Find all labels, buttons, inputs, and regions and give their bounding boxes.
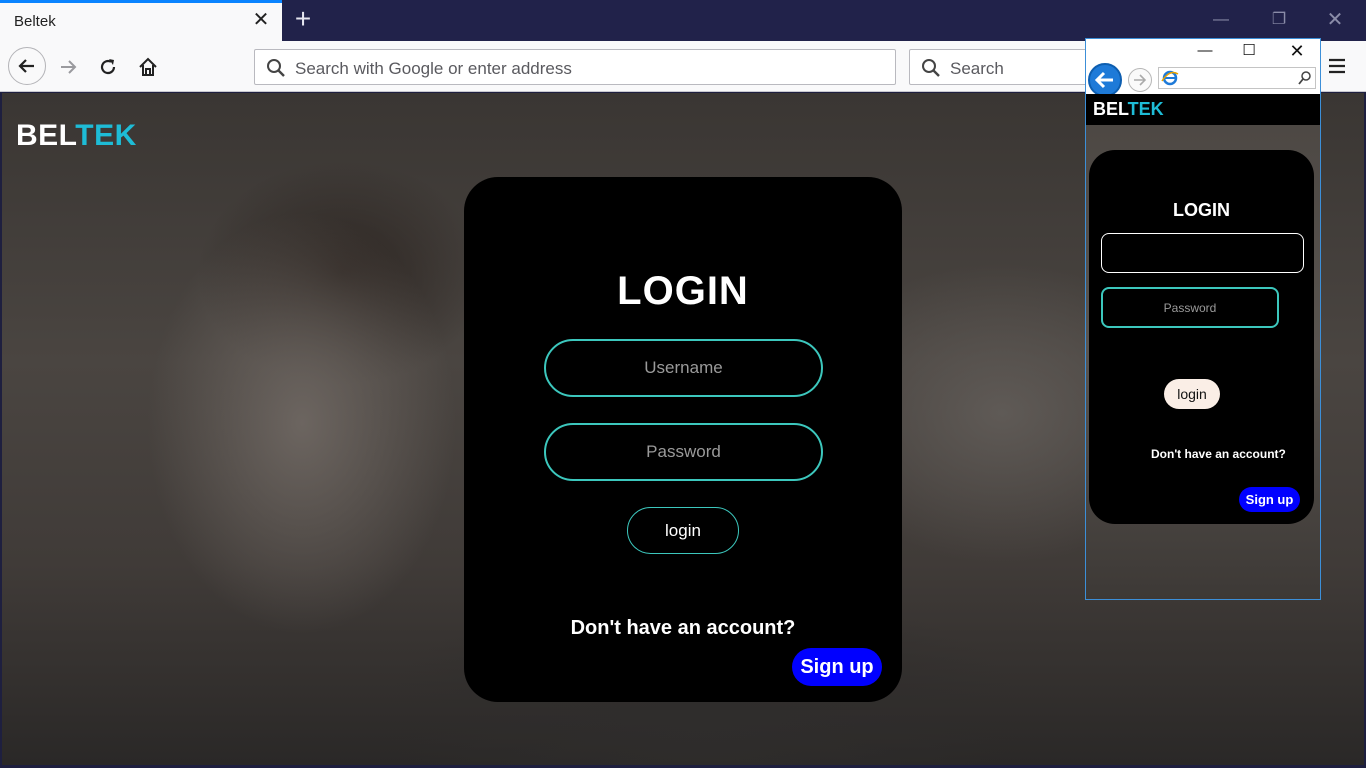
brand-logo[interactable]: BELTEK <box>16 119 137 153</box>
search-placeholder: Search <box>950 59 1004 78</box>
url-bar[interactable]: Search with Google or enter address <box>254 49 896 85</box>
ie-no-account-text: Don't have an account? <box>1151 447 1286 461</box>
ie-signup-button-label: Sign up <box>1245 492 1294 507</box>
ie-window-controls: — ☐ ✕ <box>1086 39 1320 63</box>
ie-username-input[interactable] <box>1101 233 1304 273</box>
forward-arrow-icon <box>61 60 77 74</box>
menu-button[interactable] <box>1326 55 1354 79</box>
reload-button[interactable] <box>90 49 126 85</box>
ie-address-bar[interactable] <box>1158 67 1316 89</box>
back-arrow-icon <box>18 59 34 73</box>
ie-signup-button[interactable]: Sign up <box>1239 487 1300 512</box>
login-title: LOGIN <box>617 269 749 313</box>
search-icon <box>1298 71 1311 85</box>
ie-minimize-icon[interactable]: — <box>1192 41 1218 61</box>
ie-back-button[interactable] <box>1088 63 1122 97</box>
ie-login-card: LOGIN Password login Don't have an accou… <box>1089 150 1314 524</box>
brand-part2: TEK <box>75 119 137 152</box>
ie-brand-part2: TEK <box>1127 99 1164 119</box>
ie-brand-bar: BELTEK <box>1086 94 1320 125</box>
new-tab-icon[interactable]: + <box>290 5 316 33</box>
ie-brand-part1: BEL <box>1093 99 1128 119</box>
hamburger-icon <box>1329 58 1345 74</box>
password-placeholder: Password <box>646 442 721 461</box>
forward-button[interactable] <box>50 49 86 85</box>
window-close-icon[interactable]: ✕ <box>1312 0 1358 41</box>
search-icon <box>267 59 285 77</box>
tab-close-icon[interactable]: ✕ <box>252 10 270 30</box>
login-button-label: login <box>665 520 701 540</box>
password-input[interactable]: Password <box>544 423 823 481</box>
home-button[interactable] <box>130 49 166 85</box>
search-icon <box>922 59 940 77</box>
back-arrow-icon <box>1094 71 1113 89</box>
ie-page: BELTEK LOGIN Password login Don't have a… <box>1086 94 1320 599</box>
back-button[interactable] <box>8 47 46 85</box>
username-input[interactable]: Username <box>544 339 823 397</box>
ie-login-button-label: login <box>1177 386 1207 402</box>
ie-close-icon[interactable]: ✕ <box>1284 41 1310 61</box>
ie-login-button[interactable]: login <box>1164 379 1220 409</box>
ie-brand-logo[interactable]: BELTEK <box>1093 99 1164 120</box>
ie-forward-button[interactable] <box>1128 68 1152 92</box>
login-card: LOGIN Username Password login Don't have… <box>464 177 902 702</box>
ie-password-placeholder: Password <box>1163 300 1217 315</box>
ie-login-title: LOGIN <box>1173 200 1230 220</box>
brand-part1: BEL <box>16 119 76 152</box>
home-icon <box>139 57 157 76</box>
signup-button[interactable]: Sign up <box>792 648 882 686</box>
signup-button-label: Sign up <box>800 655 874 678</box>
no-account-text: Don't have an account? <box>570 617 796 639</box>
ie-navbar <box>1086 63 1320 97</box>
ie-logo-icon <box>1161 70 1179 86</box>
window-minimize-icon[interactable]: — <box>1198 0 1244 41</box>
ie-password-input[interactable]: Password <box>1101 287 1279 328</box>
username-placeholder: Username <box>644 358 723 377</box>
forward-arrow-icon <box>1134 74 1147 86</box>
login-button[interactable]: login <box>627 507 739 554</box>
browser-tab[interactable]: Beltek ✕ <box>0 0 282 41</box>
browser-titlebar: Beltek ✕ + — ❐ ✕ <box>0 0 1366 41</box>
ie-maximize-icon[interactable]: ☐ <box>1236 41 1262 61</box>
tab-title: Beltek <box>14 13 56 30</box>
search-bar[interactable]: Search <box>909 49 1109 85</box>
url-placeholder: Search with Google or enter address <box>295 59 572 78</box>
ie-window: — ☐ ✕ BELTEK LOGIN Password login Don't … <box>1085 38 1321 600</box>
window-restore-icon[interactable]: ❐ <box>1256 0 1302 41</box>
reload-icon <box>100 59 116 75</box>
